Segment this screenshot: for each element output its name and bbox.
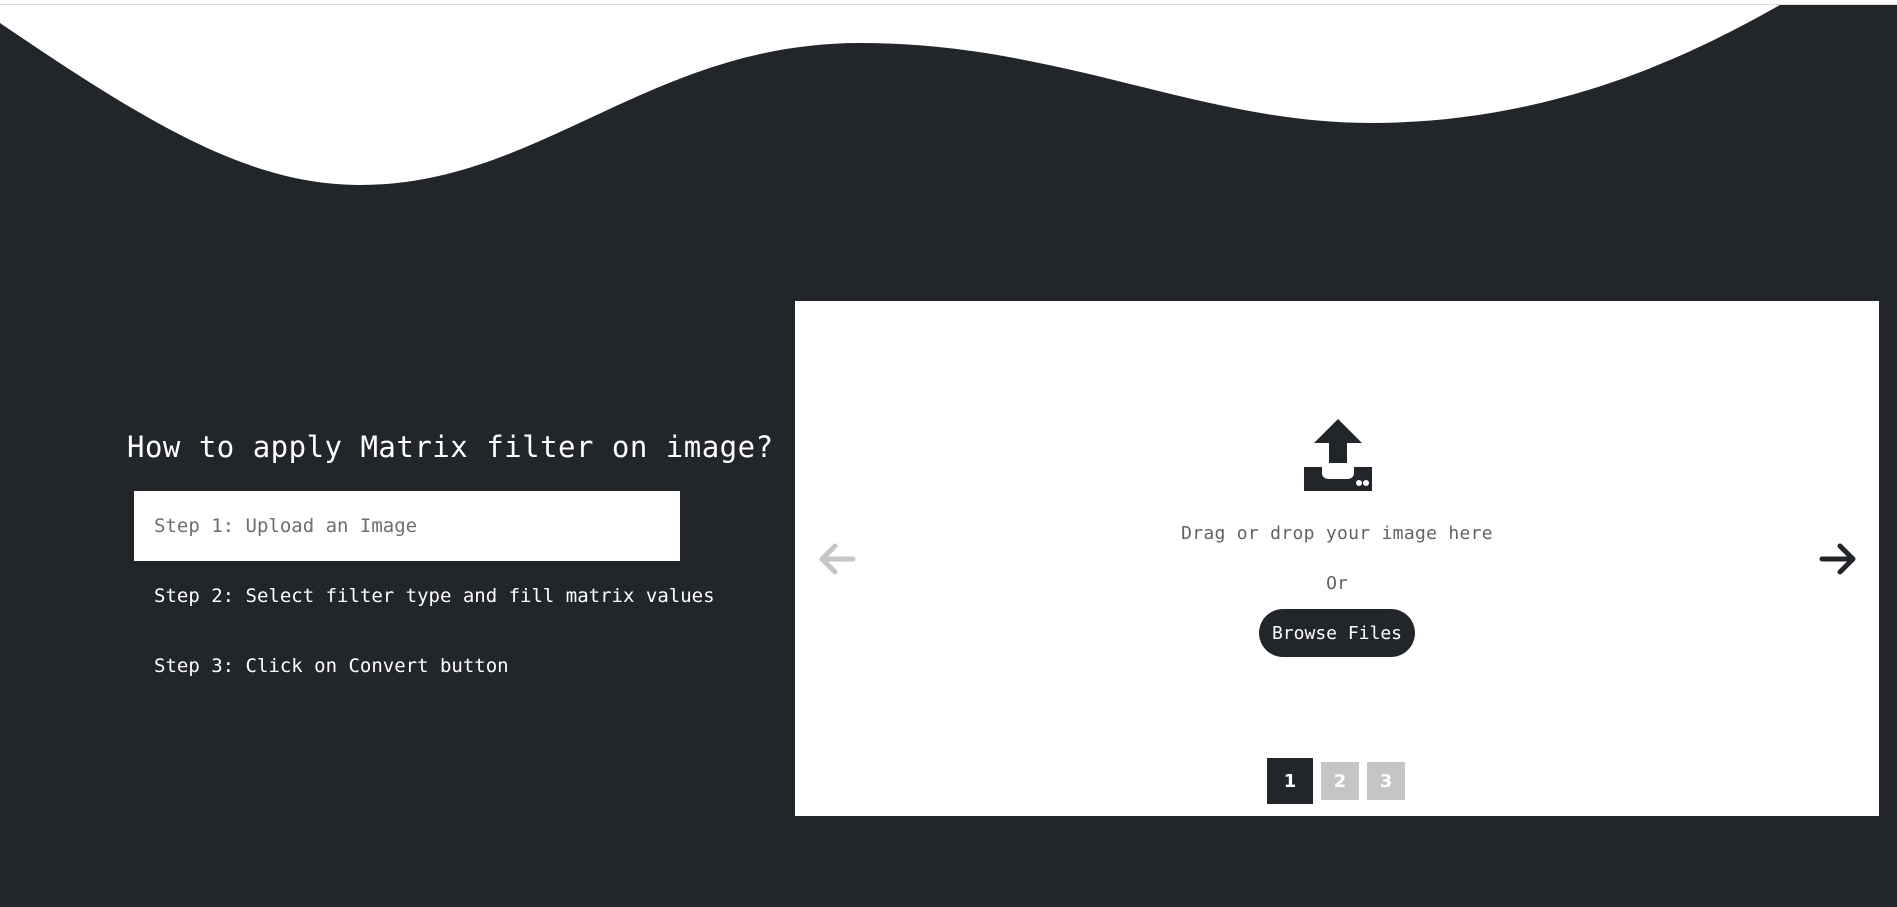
dark-wave-section: How to apply Matrix filter on image? Ste… (0, 5, 1897, 907)
browse-files-button[interactable]: Browse Files (1259, 609, 1415, 657)
page-heading: How to apply Matrix filter on image? (127, 430, 774, 464)
step-1-upload[interactable]: Step 1: Upload an Image (134, 491, 680, 561)
carousel-pagination: 1 2 3 (1267, 758, 1405, 804)
or-separator: Or (1326, 573, 1348, 594)
page-indicator-3[interactable]: 3 (1367, 762, 1405, 800)
step-3-convert[interactable]: Step 3: Click on Convert button (134, 631, 680, 701)
step-2-select-filter[interactable]: Step 2: Select filter type and fill matr… (134, 561, 715, 631)
page-indicator-1[interactable]: 1 (1267, 758, 1313, 804)
drag-drop-text: Drag or drop your image here (1181, 523, 1493, 544)
upload-panel: Drag or drop your image here Or Browse F… (795, 301, 1879, 816)
page: How to apply Matrix filter on image? Ste… (0, 0, 1897, 907)
upload-tray-icon[interactable] (1300, 417, 1376, 493)
page-indicator-2[interactable]: 2 (1321, 762, 1359, 800)
